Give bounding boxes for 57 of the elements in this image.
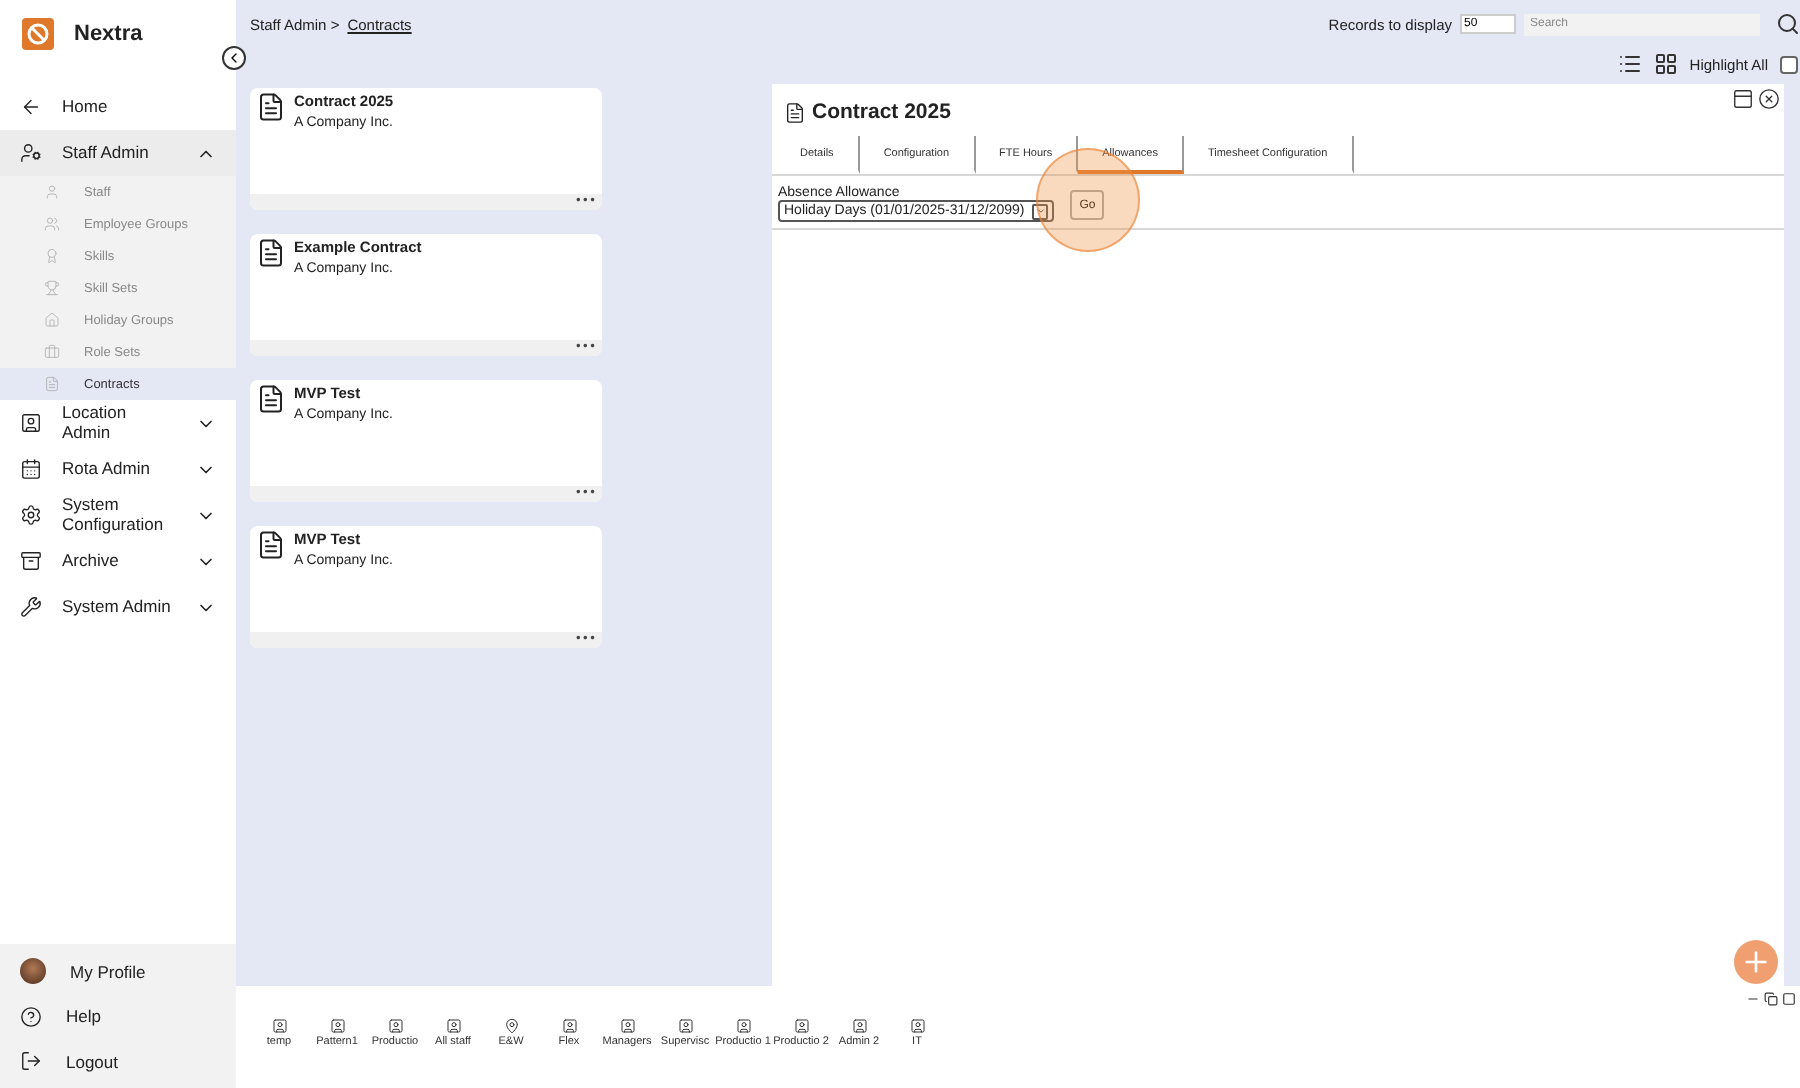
caret-icon bbox=[1032, 203, 1049, 219]
wrench-icon bbox=[20, 596, 42, 618]
user-card-icon bbox=[793, 1018, 809, 1034]
document-icon bbox=[256, 530, 286, 560]
nav-item[interactable]: Archive bbox=[0, 538, 236, 584]
document-icon bbox=[784, 101, 806, 123]
user-card-icon bbox=[619, 1018, 635, 1034]
nav-item[interactable]: Staff Admin bbox=[0, 130, 236, 176]
calendar-icon bbox=[20, 458, 42, 480]
document-icon bbox=[256, 92, 286, 122]
archive-icon bbox=[20, 550, 42, 572]
brand-name: Nextra bbox=[74, 22, 143, 46]
user-card-icon bbox=[271, 1018, 287, 1034]
maximize-icon[interactable] bbox=[1782, 992, 1796, 1006]
nav-item[interactable]: Rota Admin bbox=[0, 446, 236, 492]
user-card-icon bbox=[445, 1018, 461, 1034]
panel-toggle-icon[interactable] bbox=[1732, 88, 1754, 110]
search-icon[interactable] bbox=[1776, 12, 1800, 36]
users-icon bbox=[44, 216, 60, 232]
footer-nav-item[interactable]: My Profile bbox=[0, 949, 236, 994]
help-icon bbox=[20, 1005, 42, 1028]
document-icon bbox=[256, 238, 286, 268]
chevron-left-icon bbox=[226, 50, 242, 66]
user-card-icon bbox=[329, 1018, 345, 1034]
user-card-icon bbox=[561, 1018, 577, 1034]
house-icon bbox=[44, 312, 60, 328]
award-icon bbox=[44, 248, 60, 264]
nav-item[interactable]: System Configuration bbox=[0, 492, 236, 538]
user-gear-icon bbox=[20, 142, 42, 164]
trophy-icon bbox=[44, 280, 60, 296]
user-card-icon bbox=[909, 1018, 925, 1034]
user-card-icon bbox=[387, 1018, 403, 1034]
user-icon bbox=[44, 184, 60, 200]
user-card-icon bbox=[735, 1018, 751, 1034]
nav-item[interactable]: System Admin bbox=[0, 584, 236, 630]
footer-nav-item[interactable]: Help bbox=[0, 994, 236, 1039]
nav-item[interactable]: Home bbox=[0, 84, 236, 130]
restore-icon[interactable] bbox=[1764, 992, 1778, 1006]
logo-icon bbox=[22, 18, 54, 50]
nav-item[interactable]: Location Admin bbox=[0, 400, 236, 446]
document-icon bbox=[44, 376, 60, 392]
briefcase-icon bbox=[44, 344, 60, 360]
user-card-icon bbox=[20, 412, 42, 434]
panel-title: Contract 2025 bbox=[812, 100, 951, 124]
close-icon[interactable] bbox=[1758, 88, 1780, 110]
footer-nav-item[interactable]: Logout bbox=[0, 1039, 236, 1084]
highlight-checkbox[interactable] bbox=[1780, 55, 1798, 73]
document-icon bbox=[256, 384, 286, 414]
user-card-icon bbox=[851, 1018, 867, 1034]
plus-icon bbox=[1740, 946, 1772, 978]
grid-view-icon[interactable] bbox=[1653, 52, 1678, 76]
logout-icon bbox=[20, 1050, 42, 1073]
avatar bbox=[20, 958, 46, 985]
settings-icon bbox=[20, 504, 42, 526]
map-pin-icon bbox=[503, 1018, 519, 1034]
back-arrow-icon bbox=[20, 96, 42, 118]
user-card-icon bbox=[677, 1018, 693, 1034]
